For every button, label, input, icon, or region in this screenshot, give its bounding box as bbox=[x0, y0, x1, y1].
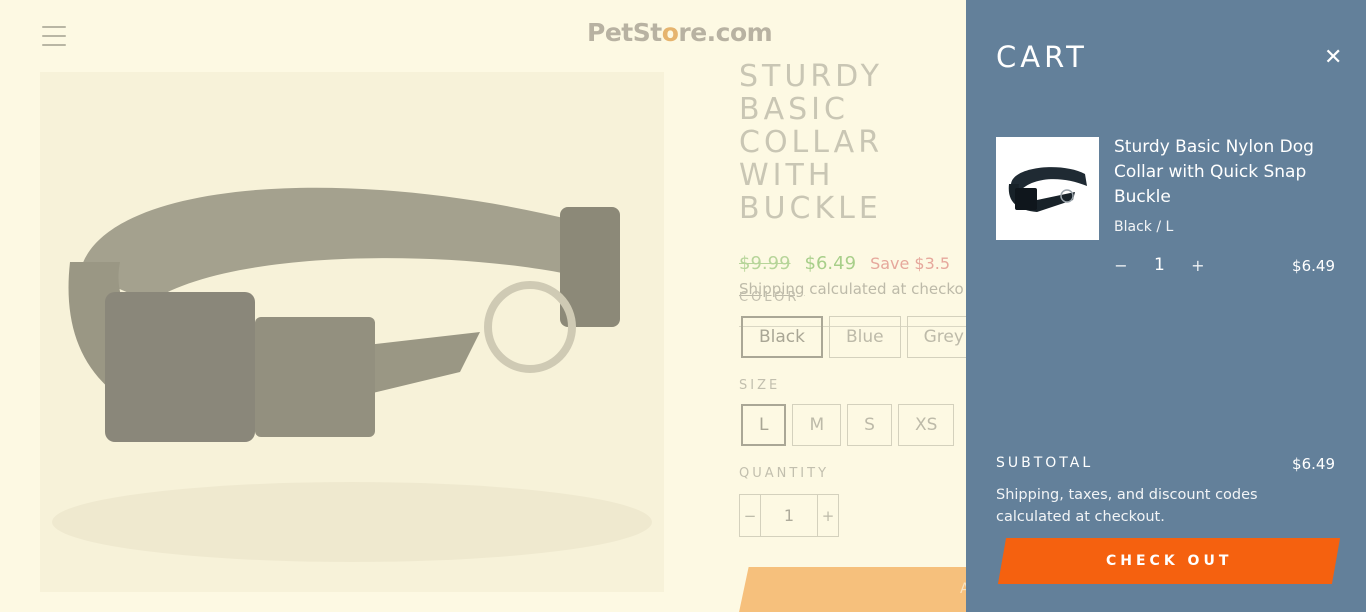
collar-thumbnail-icon bbox=[1008, 166, 1087, 212]
sale-price: $6.49 bbox=[804, 253, 857, 274]
product-title: STURDY BASIC COLLAR WITH BUCKLE bbox=[739, 59, 884, 226]
original-price: $9.99 bbox=[739, 253, 791, 274]
subtotal-value: $6.49 bbox=[1292, 455, 1335, 473]
paw-icon: o bbox=[661, 18, 679, 47]
cart-quantity-value[interactable]: 1 bbox=[1154, 255, 1165, 275]
size-option-xs[interactable]: XS bbox=[897, 404, 955, 446]
site-logo[interactable]: PetStore.com bbox=[587, 18, 773, 47]
cart-item-quantity-stepper: − 1 + bbox=[1114, 255, 1205, 275]
add-to-cart-button[interactable]: A bbox=[738, 567, 989, 612]
cart-item-variant: Black / L bbox=[1114, 219, 1174, 235]
product-info: STURDY BASIC COLLAR WITH BUCKLE $9.99 $6… bbox=[739, 59, 999, 327]
cart-quantity-increase-button[interactable]: + bbox=[1191, 256, 1205, 275]
quantity-label: QUANTITY bbox=[739, 466, 830, 481]
cart-item-name[interactable]: Sturdy Basic Nylon Dog Collar with Quick… bbox=[1114, 135, 1339, 210]
collar-illustration bbox=[52, 187, 652, 562]
color-option-blue[interactable]: Blue bbox=[829, 316, 901, 358]
checkout-button[interactable]: CHECK OUT bbox=[997, 538, 1341, 584]
cart-item-price: $6.49 bbox=[1292, 257, 1335, 275]
size-option-s[interactable]: S bbox=[847, 404, 892, 446]
product-image[interactable] bbox=[40, 72, 664, 592]
quantity-input[interactable]: 1 bbox=[760, 495, 818, 536]
size-options: L M S XS bbox=[741, 404, 955, 446]
cart-title: CART bbox=[996, 40, 1088, 74]
size-label: SIZE bbox=[739, 378, 781, 393]
color-option-black[interactable]: Black bbox=[741, 316, 823, 358]
cart-quantity-decrease-button[interactable]: − bbox=[1114, 256, 1128, 275]
price-row: $9.99 $6.49 Save $3.5 bbox=[739, 253, 979, 274]
quantity-increase-button[interactable]: + bbox=[818, 507, 838, 525]
size-option-m[interactable]: M bbox=[792, 404, 842, 446]
cart-item-image[interactable] bbox=[996, 137, 1099, 240]
quantity-stepper: − 1 + bbox=[739, 494, 839, 537]
color-options: Black Blue Grey bbox=[741, 316, 981, 358]
cart-drawer: CART ✕ Sturdy Basic Nylon Dog Collar wit… bbox=[966, 0, 1366, 612]
close-icon[interactable]: ✕ bbox=[1324, 46, 1342, 70]
hamburger-menu-icon[interactable] bbox=[42, 26, 66, 46]
checkout-note: Shipping, taxes, and discount codes calc… bbox=[996, 487, 1258, 525]
quantity-decrease-button[interactable]: − bbox=[740, 507, 760, 525]
subtotal-label: SUBTOTAL bbox=[996, 455, 1094, 471]
color-label: COLOR bbox=[739, 290, 800, 305]
size-option-l[interactable]: L bbox=[741, 404, 787, 446]
savings-badge: Save $3.5 bbox=[870, 254, 951, 273]
